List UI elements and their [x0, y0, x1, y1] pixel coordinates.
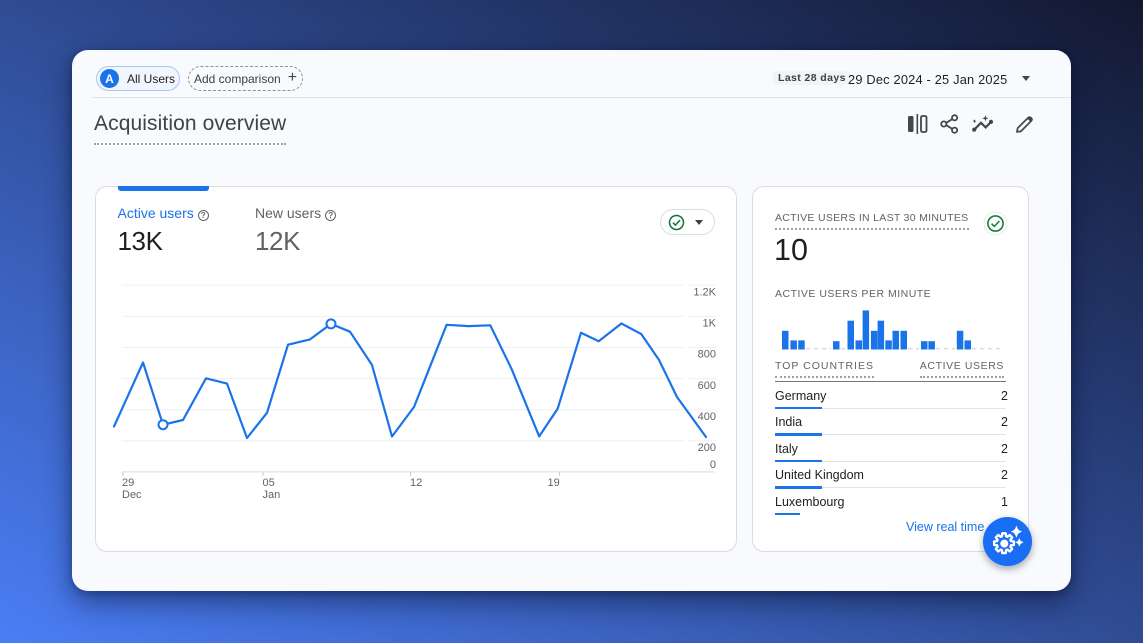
svg-text:600: 600	[698, 380, 716, 392]
svg-text:05: 05	[263, 477, 275, 489]
svg-text:Jan: Jan	[263, 489, 281, 501]
svg-text:800: 800	[698, 349, 716, 361]
svg-text:29: 29	[122, 477, 134, 489]
svg-text:200: 200	[698, 442, 716, 454]
svg-text:1K: 1K	[703, 318, 717, 330]
svg-text:400: 400	[698, 411, 716, 423]
svg-text:Dec: Dec	[122, 489, 142, 501]
svg-text:12: 12	[410, 477, 422, 489]
svg-text:19: 19	[548, 477, 560, 489]
svg-text:1.2K: 1.2K	[693, 287, 716, 299]
svg-text:0: 0	[710, 459, 716, 471]
